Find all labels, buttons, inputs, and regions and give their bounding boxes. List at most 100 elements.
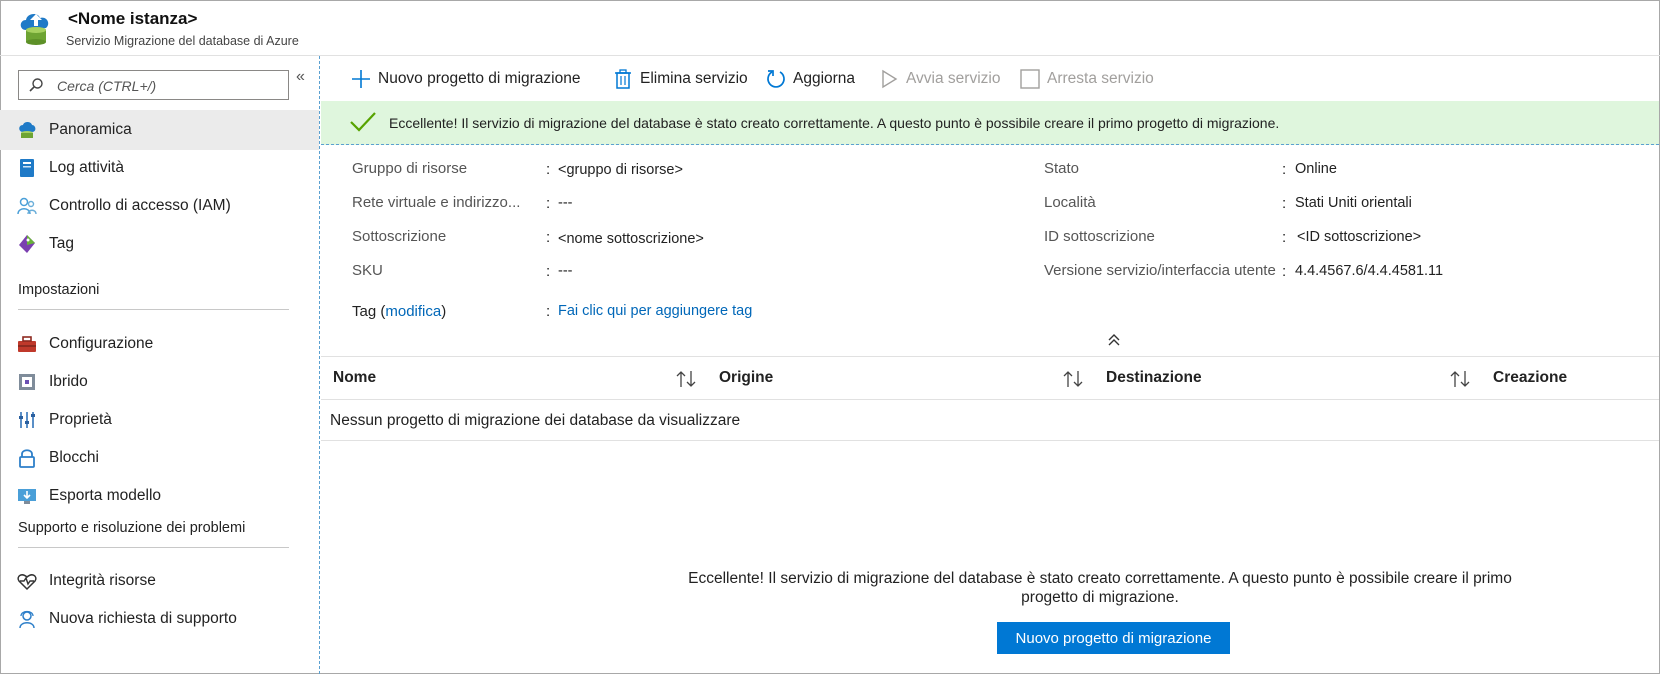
- command-bar: Nuovo progetto di migrazione Elimina ser…: [321, 57, 1659, 101]
- add-tags-link[interactable]: Fai clic qui per aggiungere tag: [558, 303, 752, 319]
- sidebar-item-label: Nuova richiesta di supporto: [49, 610, 237, 627]
- colon: :: [546, 303, 551, 320]
- blade-header: <Nome istanza> Servizio Migrazione del d…: [0, 0, 1660, 56]
- column-header-source[interactable]: Origine: [719, 369, 773, 387]
- sku-value: ---: [558, 263, 573, 279]
- notification-message: Eccellente! Il servizio di migrazione de…: [389, 115, 1280, 131]
- page-subtitle: Servizio Migrazione del database di Azur…: [66, 34, 299, 48]
- access-control-icon: [17, 197, 37, 215]
- sort-icon[interactable]: [1449, 369, 1471, 389]
- tags-label-text: Tag: [352, 303, 377, 320]
- sidebar-item-iam[interactable]: Controllo di accesso (IAM): [0, 186, 319, 226]
- search-placeholder: Cerca (CTRL+/): [57, 78, 157, 94]
- button-label: Avvia servizio: [906, 70, 1001, 87]
- colon: :: [546, 161, 551, 178]
- delete-service-button[interactable]: Elimina servizio: [612, 65, 748, 93]
- sidebar-item-hybrid[interactable]: Ibrido: [0, 362, 319, 402]
- sidebar-item-label: Blocchi: [49, 449, 99, 466]
- sort-icon[interactable]: [675, 369, 697, 389]
- sidebar-item-label: Integrità risorse: [49, 572, 156, 589]
- sidebar-item-label: Proprietà: [49, 411, 112, 428]
- sidebar: Cerca (CTRL+/) « Panoramica Log attività…: [0, 56, 320, 674]
- sku-label: SKU: [352, 262, 383, 279]
- heart-pulse-icon: [17, 574, 37, 591]
- section-header-settings: Impostazioni: [18, 282, 100, 298]
- section-header-support: Supporto e risoluzione dei problemi: [18, 520, 246, 536]
- start-service-button[interactable]: Avvia servizio: [878, 65, 1000, 93]
- button-label: Aggiorna: [793, 70, 856, 87]
- sidebar-item-label: Tag: [49, 235, 74, 252]
- stop-service-button[interactable]: Arresta servizio: [1019, 65, 1154, 93]
- refresh-button[interactable]: Aggiorna: [765, 65, 855, 93]
- empty-table-message: Nessun progetto di migrazione dei databa…: [330, 412, 741, 429]
- subscription-id-label: ID sottoscrizione: [1044, 228, 1155, 245]
- search-icon: [29, 78, 43, 92]
- sidebar-item-export-template[interactable]: Esporta modello: [0, 476, 319, 516]
- sidebar-item-label: Panoramica: [49, 121, 132, 138]
- edit-tags-link[interactable]: modifica: [385, 303, 441, 320]
- version-label: Versione servizio/interfaccia utente: [1044, 262, 1276, 279]
- sidebar-item-properties[interactable]: Proprietà: [0, 400, 319, 440]
- location-label: Località: [1044, 194, 1096, 211]
- subscription-label: Sottoscrizione: [352, 228, 447, 245]
- properties-icon: [19, 412, 35, 428]
- button-label: Arresta servizio: [1047, 70, 1154, 87]
- column-header-target[interactable]: Destinazione: [1106, 369, 1202, 387]
- hybrid-icon: [19, 374, 35, 390]
- colon: :: [1282, 161, 1287, 178]
- sidebar-item-resource-health[interactable]: Integrità risorse: [0, 561, 319, 601]
- tags-label: Tag (modifica): [352, 303, 447, 320]
- subscription-value[interactable]: <nome sottoscrizione>: [558, 231, 704, 247]
- button-label: Nuovo progetto di migrazione: [378, 70, 581, 87]
- sidebar-item-label: Ibrido: [49, 373, 88, 390]
- toolbox-icon: [18, 336, 36, 352]
- colon: :: [1282, 229, 1287, 246]
- sidebar-item-label: Esporta modello: [49, 487, 162, 504]
- table-empty-row: Nessun progetto di migrazione dei databa…: [321, 400, 1659, 441]
- new-migration-project-button[interactable]: Nuovo progetto di migrazione: [350, 65, 580, 93]
- column-header-created[interactable]: Creazione: [1493, 369, 1567, 387]
- location-value: Stati Uniti orientali: [1295, 195, 1412, 211]
- collapse-essentials-icon[interactable]: [1107, 333, 1121, 347]
- page-title: <Nome istanza>: [68, 9, 198, 28]
- section-divider: [18, 309, 289, 310]
- success-notification: Eccellente! Il servizio di migrazione de…: [321, 101, 1659, 145]
- empty-state-message: Eccellente! Il servizio di migrazione de…: [688, 570, 1512, 606]
- overview-icon: [19, 122, 36, 138]
- status-value: Online: [1295, 161, 1337, 177]
- resource-group-label: Gruppo di risorse: [352, 160, 468, 177]
- collapse-sidebar-icon[interactable]: «: [296, 68, 305, 86]
- sidebar-item-label: Log attività: [49, 159, 124, 176]
- sidebar-item-activity-log[interactable]: Log attività: [0, 148, 319, 188]
- search-input[interactable]: Cerca (CTRL+/): [18, 70, 289, 100]
- sidebar-item-locks[interactable]: Blocchi: [0, 438, 319, 478]
- version-value: 4.4.4567.6/4.4.4581.11: [1295, 263, 1444, 279]
- tag-icon: [19, 235, 35, 253]
- export-template-icon: [18, 489, 36, 504]
- sidebar-item-tag[interactable]: Tag: [0, 224, 319, 264]
- database-migration-service-icon: [20, 14, 49, 45]
- vnet-label: Rete virtuale e indirizzo...: [352, 194, 521, 211]
- resource-group-value: <gruppo di risorse>: [558, 162, 683, 178]
- sidebar-item-label: Controllo di accesso (IAM): [49, 197, 231, 214]
- plus-icon: [352, 70, 370, 88]
- create-migration-project-button[interactable]: Nuovo progetto di migrazione: [997, 622, 1230, 654]
- support-person-icon: [19, 610, 35, 629]
- subscription-id-value: <ID sottoscrizione>: [1297, 229, 1422, 245]
- vnet-value: ---: [558, 195, 573, 211]
- play-icon: [882, 69, 898, 89]
- section-divider: [18, 547, 289, 548]
- trash-icon: [615, 69, 631, 89]
- sidebar-item-new-support-request[interactable]: Nuova richiesta di supporto: [0, 599, 319, 639]
- sort-icon[interactable]: [1062, 369, 1084, 389]
- refresh-icon: [767, 70, 785, 88]
- table-header: Nome Origine Destinazione Creazione: [321, 356, 1659, 400]
- sidebar-item-overview[interactable]: Panoramica: [0, 110, 319, 150]
- colon: :: [546, 195, 551, 212]
- colon: :: [546, 229, 551, 246]
- sidebar-item-configuration[interactable]: Configurazione: [0, 324, 319, 364]
- colon: :: [546, 263, 551, 280]
- button-label: Elimina servizio: [640, 70, 748, 87]
- colon: :: [1282, 263, 1287, 280]
- column-header-name[interactable]: Nome: [333, 369, 376, 387]
